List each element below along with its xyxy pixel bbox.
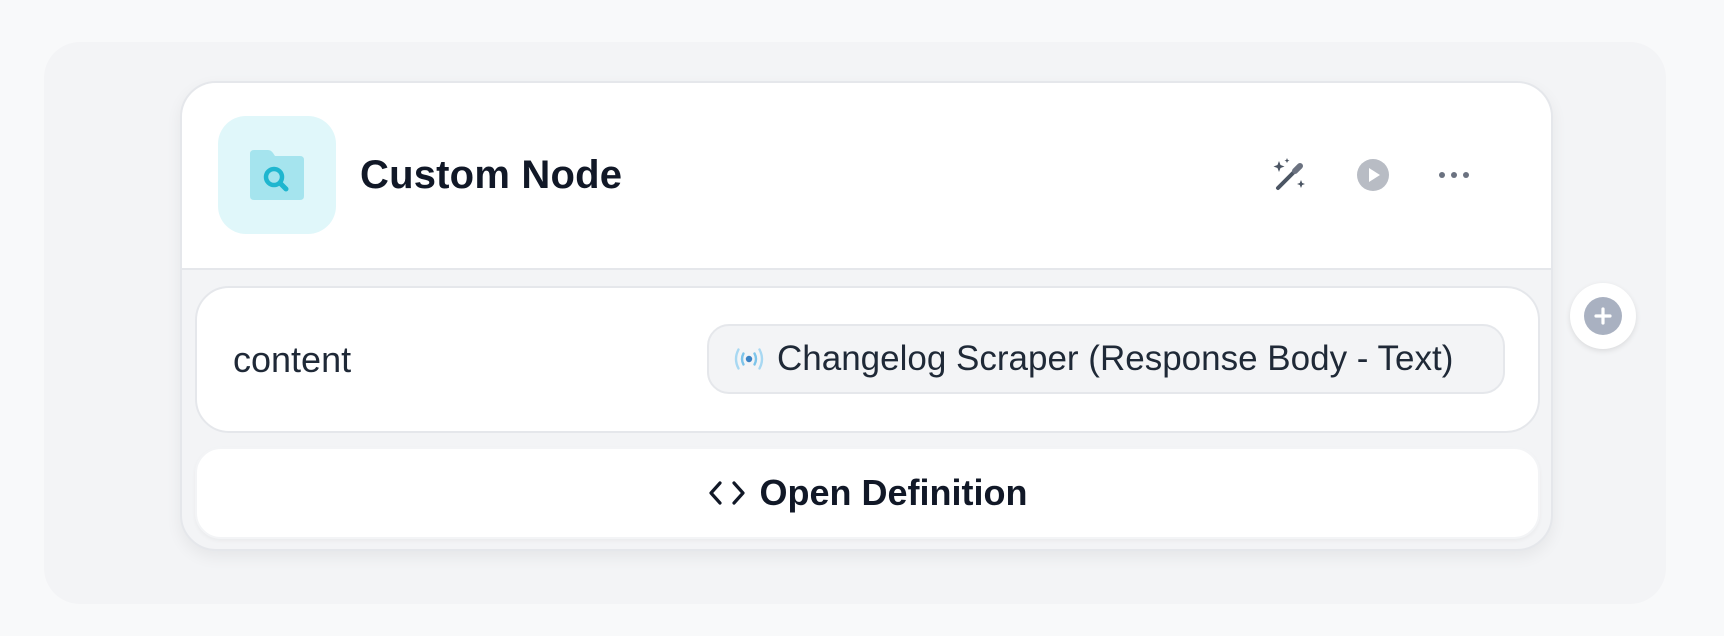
node-title: Custom Node bbox=[360, 153, 623, 197]
open-definition-label: Open Definition bbox=[759, 472, 1028, 513]
more-icon bbox=[1439, 172, 1469, 178]
folder-search-icon bbox=[250, 150, 304, 200]
plus-icon bbox=[1594, 307, 1612, 325]
add-connection-button[interactable] bbox=[1570, 283, 1636, 349]
field-label: content bbox=[233, 339, 352, 380]
field-value-text: Changelog Scraper (Response Body - Text) bbox=[777, 339, 1454, 378]
broadcast-icon bbox=[731, 341, 767, 377]
code-icon bbox=[708, 478, 746, 508]
run-node-button[interactable] bbox=[1351, 153, 1395, 197]
more-options-button[interactable] bbox=[1432, 153, 1476, 197]
play-icon bbox=[1357, 159, 1389, 191]
node-icon-tile bbox=[218, 116, 336, 234]
magic-wand-button[interactable] bbox=[1268, 153, 1312, 197]
custom-node-card[interactable]: Custom Node content Changelog Scraper (R… bbox=[180, 81, 1553, 551]
open-definition-button[interactable]: Open Definition bbox=[195, 447, 1540, 539]
field-row-content: content Changelog Scraper (Response Body… bbox=[195, 286, 1540, 433]
add-connection-circle bbox=[1584, 297, 1622, 335]
magic-wand-icon bbox=[1273, 158, 1305, 190]
field-value-chip[interactable]: Changelog Scraper (Response Body - Text) bbox=[707, 324, 1505, 394]
node-header: Custom Node bbox=[182, 83, 1551, 270]
